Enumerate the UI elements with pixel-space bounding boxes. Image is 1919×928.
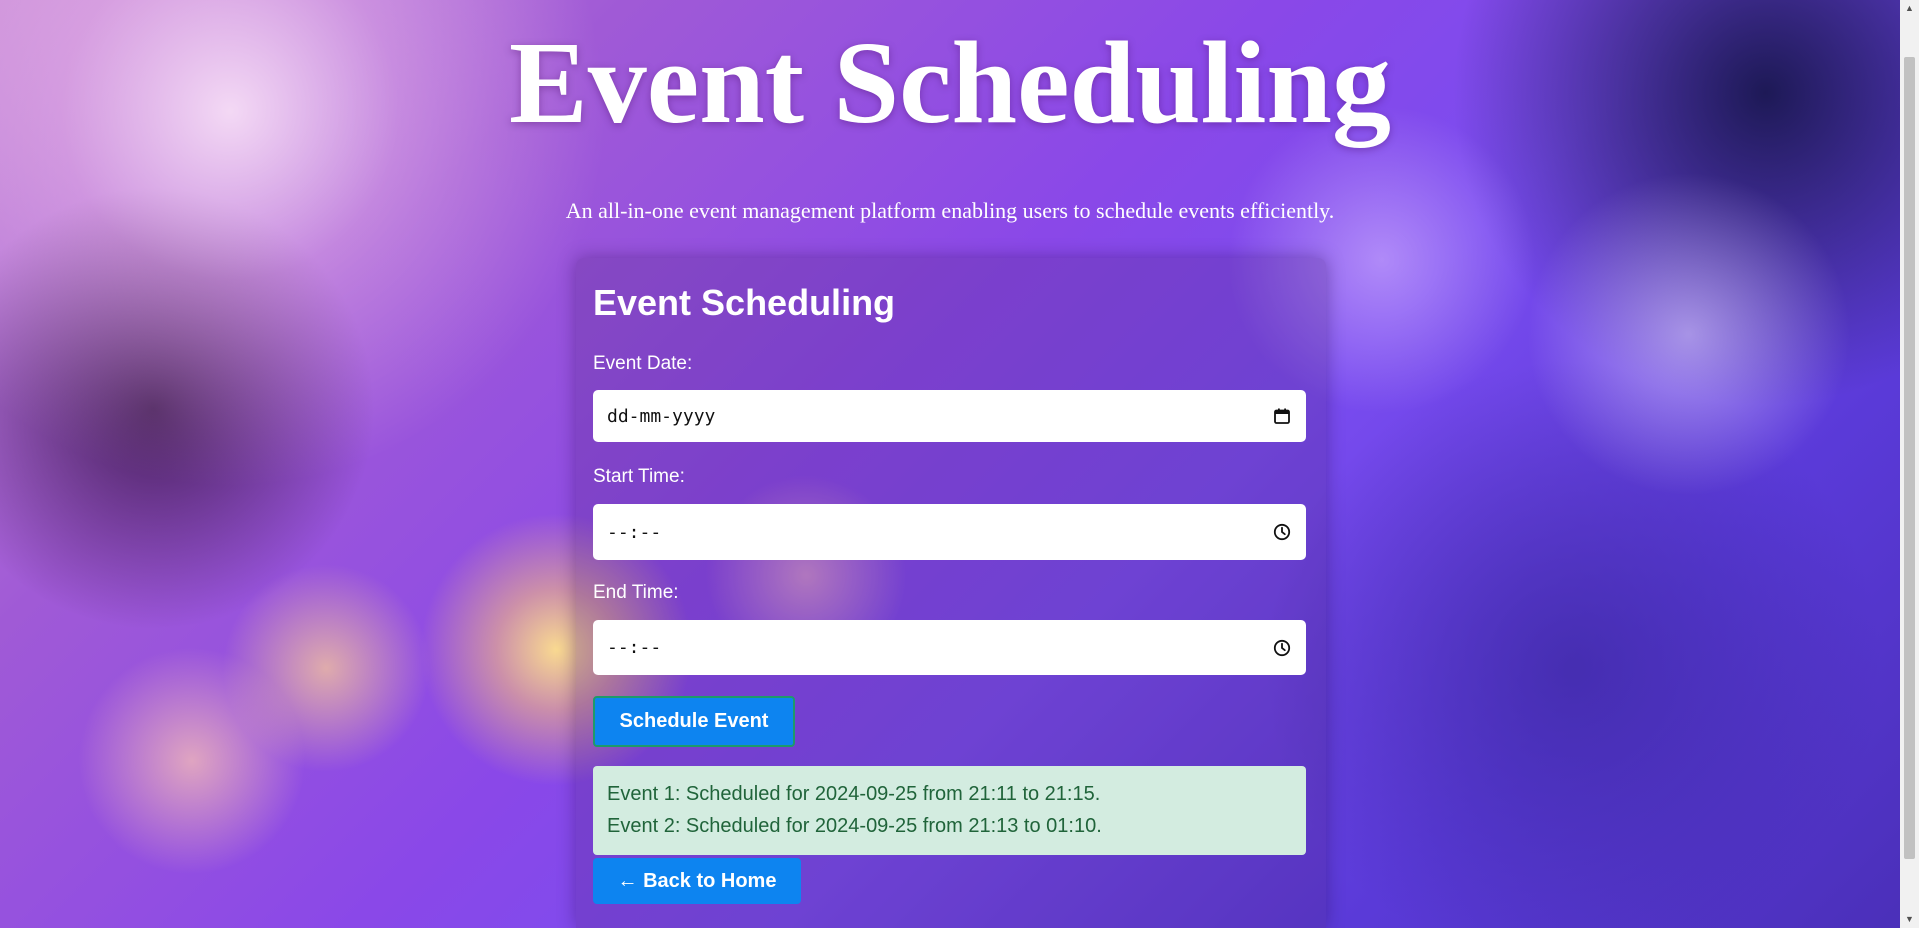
end-time-input[interactable]: --:-- (593, 620, 1306, 675)
page-subtitle: An all-in-one event management platform … (565, 198, 1335, 223)
form-title: Event Scheduling (593, 282, 896, 323)
start-time-label: Start Time: (593, 466, 685, 487)
start-time-placeholder: --:-- (607, 521, 662, 543)
schedule-event-button[interactable]: Schedule Event (593, 696, 795, 747)
clock-icon[interactable] (1272, 522, 1292, 542)
vertical-scrollbar[interactable]: ▲ ▼ (1900, 0, 1919, 928)
event-date-placeholder: dd-mm-yyyy (607, 405, 716, 427)
scrollbar-thumb[interactable] (1904, 57, 1915, 859)
calendar-icon[interactable] (1272, 406, 1292, 426)
scheduled-event-item: Event 2: Scheduled for 2024-09-25 from 2… (607, 815, 1102, 837)
event-date-label: Event Date: (593, 353, 693, 374)
scheduled-events-list: Event 1: Scheduled for 2024-09-25 from 2… (593, 766, 1306, 855)
page-title: Event Scheduling (509, 17, 1391, 148)
end-time-placeholder: --:-- (607, 637, 662, 658)
scroll-up-arrow-icon[interactable]: ▲ (1900, 0, 1919, 17)
event-date-input[interactable]: dd-mm-yyyy (593, 390, 1306, 442)
back-to-home-button[interactable]: ← Back to Home (593, 858, 801, 904)
scheduled-event-item: Event 1: Scheduled for 2024-09-25 from 2… (607, 783, 1101, 805)
start-time-input[interactable]: --:-- (593, 504, 1306, 560)
scroll-down-arrow-icon[interactable]: ▼ (1900, 911, 1919, 928)
end-time-label: End Time: (593, 582, 679, 603)
clock-icon[interactable] (1272, 638, 1292, 658)
